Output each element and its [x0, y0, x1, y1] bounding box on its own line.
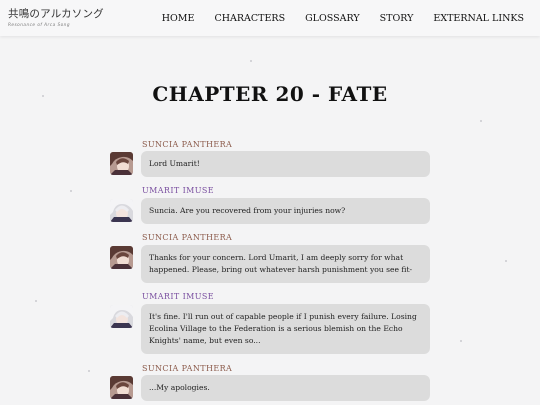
logo-title: 共鳴のアルカソング [8, 8, 104, 20]
background-speck [70, 190, 72, 192]
chapter-title: CHAPTER 20 - FATE [152, 82, 388, 106]
nav-home[interactable]: HOME [162, 13, 195, 24]
umarit-avatar [110, 305, 133, 328]
nav-links: HOME CHARACTERS GLOSSARY STORY EXTERNAL … [162, 0, 524, 36]
suncia-avatar [110, 246, 133, 269]
suncia-avatar [110, 152, 133, 175]
dialogue-bubble: Suncia. Are you recovered from your inju… [141, 198, 430, 224]
nav-glossary[interactable]: GLOSSARY [305, 13, 360, 24]
nav-characters[interactable]: CHARACTERS [214, 13, 285, 24]
umarit-avatar [110, 199, 133, 222]
background-speck [505, 260, 507, 262]
dialogue-bubble: Lord Umarit! [141, 151, 430, 177]
background-speck [460, 340, 462, 342]
logo-subtitle: Resonance of Arca Song [8, 22, 70, 27]
nav-external-links[interactable]: EXTERNAL LINKS [433, 13, 524, 24]
top-navigation-bar: 共鳴のアルカソング Resonance of Arca Song HOME CH… [0, 0, 540, 36]
background-speck [35, 300, 37, 302]
site-logo[interactable]: 共鳴のアルカソング Resonance of Arca Song [8, 6, 108, 32]
background-speck [480, 120, 482, 122]
dialogue-bubble: Thanks for your concern. Lord Umarit, I … [141, 245, 430, 283]
dialogue-bubble: It's fine. I'll run out of capable peopl… [141, 304, 430, 354]
nav-story[interactable]: STORY [380, 13, 414, 24]
speaker-name: UMARIT IMUSE [142, 292, 214, 301]
speaker-name: SUNCIA PANTHERA [142, 140, 233, 149]
speaker-name: SUNCIA PANTHERA [142, 364, 233, 373]
background-speck [88, 370, 90, 372]
background-speck [250, 60, 252, 62]
suncia-avatar [110, 376, 133, 399]
dialogue-bubble: ...My apologies. [141, 375, 430, 401]
speaker-name: UMARIT IMUSE [142, 186, 214, 195]
speaker-name: SUNCIA PANTHERA [142, 233, 233, 242]
